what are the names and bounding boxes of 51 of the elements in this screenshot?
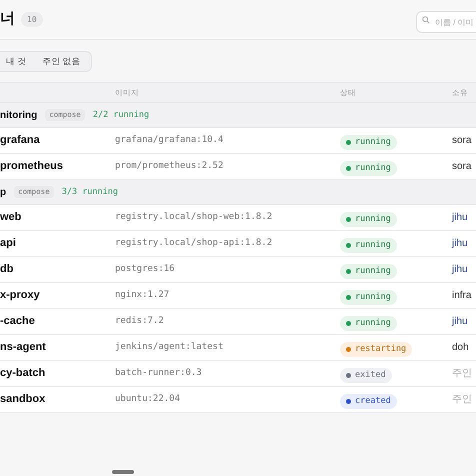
status-badge: running: [340, 134, 397, 150]
status-badge: restarting: [340, 342, 412, 356]
search-field[interactable]: 이름 / 이미: [416, 11, 476, 33]
container-name: prometheus: [0, 159, 64, 174]
container-name: api: [0, 236, 17, 252]
image-name: batch-runner:0.3: [115, 366, 203, 380]
image-name: nginx:1.27: [115, 288, 170, 302]
owner-name: 주인: [452, 367, 472, 381]
status-badge: created: [340, 394, 397, 408]
status-badge: running: [340, 316, 397, 330]
owner-name[interactable]: jihu: [452, 236, 468, 251]
container-name: sandbox: [0, 392, 46, 408]
running-summary: 2/2 running: [92, 108, 150, 122]
status-badge: running: [340, 264, 397, 278]
status-badge: running: [340, 212, 397, 226]
image-name: jenkins/agent:latest: [115, 340, 224, 354]
status-badge: running: [340, 238, 397, 252]
image-name: registry.local/shop-api:1.8.2: [115, 236, 274, 250]
group-name: p: [0, 186, 6, 200]
filter-tab[interactable]: 내 것: [0, 52, 32, 70]
page-title: 너: [0, 9, 15, 30]
image-name: prom/prometheus:2.52: [115, 160, 224, 173]
owner-name: doh: [452, 341, 469, 355]
count-badge: 10: [21, 12, 43, 27]
owner-name[interactable]: jihu: [452, 314, 468, 329]
status-badge: exited: [340, 368, 392, 382]
search-icon: [422, 16, 430, 24]
container-name: -cache: [0, 314, 36, 330]
owner-name[interactable]: jihu: [452, 262, 468, 277]
owner-name: sora: [452, 134, 472, 148]
container-name: ns-agent: [0, 340, 47, 356]
running-summary: 3/3 running: [62, 186, 118, 198]
status-badge: running: [340, 160, 397, 176]
group-name: nitoring: [0, 108, 38, 122]
container-name: db: [0, 262, 14, 278]
owner-name: sora: [452, 160, 472, 174]
owner-name: 주인: [452, 393, 472, 407]
owner-name: infra: [452, 289, 472, 303]
image-name: ubuntu:22.04: [115, 392, 182, 406]
scrollbar-thumb[interactable]: [112, 470, 134, 474]
container-name: web: [0, 210, 22, 226]
container-name: x-proxy: [0, 288, 41, 304]
filter-tab[interactable]: 주인 없음: [36, 52, 87, 70]
image-name: postgres:16: [115, 262, 176, 276]
image-name: redis:7.2: [115, 314, 165, 328]
container-name: cy-batch: [0, 366, 46, 382]
status-badge: running: [340, 290, 397, 304]
container-name: grafana: [0, 133, 41, 148]
image-name: registry.local/shop-web:1.8.2: [115, 210, 274, 224]
owner-name[interactable]: jihu: [452, 210, 468, 225]
image-name: grafana/grafana:10.4: [115, 134, 224, 147]
